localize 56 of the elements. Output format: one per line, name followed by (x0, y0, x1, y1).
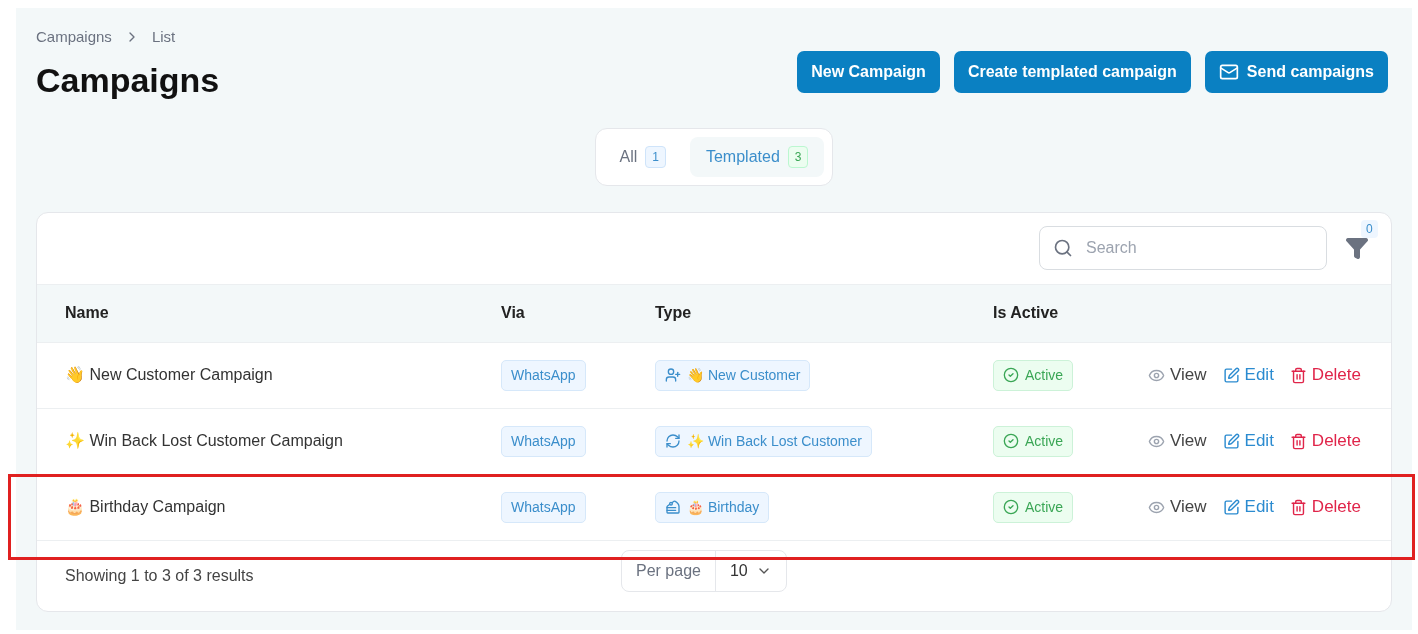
campaign-name: 👋 New Customer Campaign (65, 365, 274, 385)
campaign-name: 🎂 Birthday Campaign (65, 497, 227, 518)
search-icon (1053, 238, 1073, 258)
trash-icon (1289, 366, 1307, 384)
check-circle-icon (1003, 433, 1019, 449)
row-action-link[interactable]: View (1148, 494, 1207, 520)
per-page-select[interactable]: Per page 10 (621, 549, 787, 592)
status-badge: Active (993, 359, 1074, 391)
campaign-name: ✨ Win Back Lost Customer Campaign (65, 431, 344, 451)
row-action-link[interactable]: Edit (1222, 362, 1274, 388)
per-page-value: 10 (728, 560, 749, 581)
count-badge: 3 (787, 145, 809, 168)
action-button[interactable]: Send campaigns (1204, 51, 1388, 93)
edit-icon (1222, 432, 1240, 450)
channel-badge: WhatsApp (501, 425, 586, 457)
type-badge: 🎂 Birthday (655, 491, 770, 523)
channel-badge: WhatsApp (501, 359, 586, 391)
filter-icon[interactable] (1345, 236, 1369, 260)
status-badge: Active (993, 425, 1074, 457)
page-title: Campaigns (36, 59, 220, 101)
check-circle-icon (1003, 499, 1019, 515)
edit-icon (1222, 498, 1240, 516)
trash-icon (1289, 498, 1307, 516)
column-header: Type (655, 303, 693, 323)
column-header: Via (501, 303, 526, 323)
type-icon (665, 499, 681, 515)
row-action-link[interactable]: View (1148, 362, 1207, 388)
row-action-link[interactable]: Delete (1289, 428, 1361, 454)
column-header: Name (65, 303, 110, 323)
breadcrumb-item[interactable]: List (151, 26, 176, 49)
edit-icon (1222, 366, 1240, 384)
row-action-link[interactable]: Delete (1289, 494, 1361, 520)
type-badge: 👋 New Customer (655, 359, 811, 391)
column-header: Is Active (993, 303, 1060, 323)
type-icon (665, 433, 681, 449)
type-badge: ✨ Win Back Lost Customer (655, 425, 872, 457)
action-button[interactable]: Create templated campaign (953, 51, 1191, 93)
row-action-link[interactable]: Edit (1222, 494, 1274, 520)
filter-count-badge: 0 (1361, 220, 1378, 238)
mail-icon (1218, 62, 1239, 82)
row-action-link[interactable]: View (1148, 428, 1207, 454)
row-action-link[interactable]: Edit (1222, 428, 1274, 454)
check-circle-icon (1003, 367, 1019, 383)
channel-badge: WhatsApp (501, 491, 586, 523)
search-field[interactable]: Search (1039, 226, 1327, 270)
filter-tab[interactable]: Templated 3 (689, 136, 825, 177)
count-badge: 1 (645, 145, 666, 168)
breadcrumb-item[interactable]: Campaigns (36, 26, 112, 49)
trash-icon (1289, 432, 1307, 450)
action-button[interactable]: New Campaign (797, 51, 940, 93)
status-badge: Active (993, 491, 1074, 523)
type-icon (665, 367, 681, 383)
row-action-link[interactable]: Delete (1289, 362, 1361, 388)
results-summary: Showing 1 to 3 of 3 results (65, 565, 255, 586)
filter-tab[interactable]: All 1 (603, 136, 682, 177)
per-page-label: Per page (622, 550, 716, 591)
